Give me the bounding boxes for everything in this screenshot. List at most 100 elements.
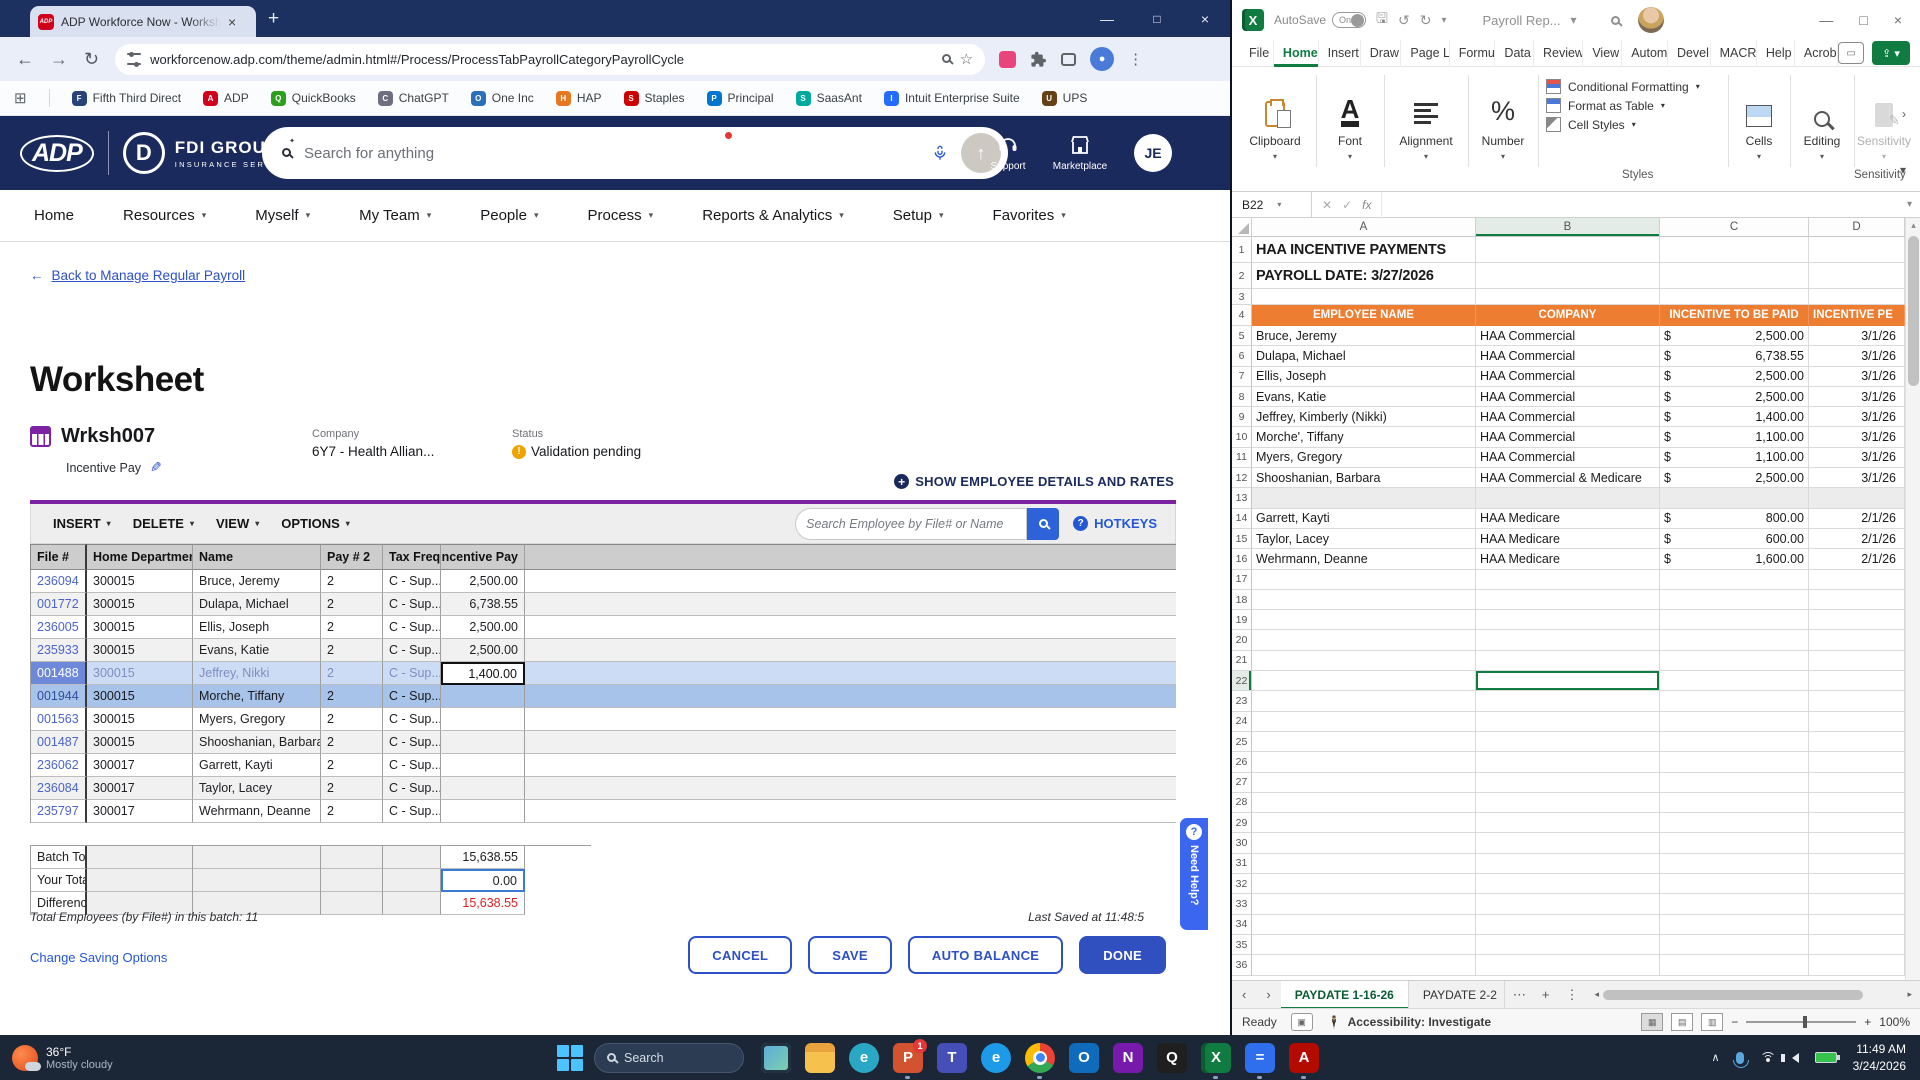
tax-frequency-cell[interactable]: C - Sup... [383,662,441,685]
onenote-icon[interactable]: N [1113,1043,1143,1073]
pay-number-cell[interactable]: 2 [321,593,383,616]
cell-C22[interactable] [1660,671,1809,691]
apps-grid-icon[interactable]: ⊞ [14,89,27,107]
cell-C23[interactable] [1660,691,1809,711]
zoom-icon[interactable] [942,50,951,68]
row-header-9[interactable]: 9 [1232,407,1252,427]
sheet-tab-2[interactable]: PAYDATE 2-2 [1409,981,1505,1009]
cell-A31[interactable] [1252,854,1476,874]
cell-B13[interactable] [1476,488,1660,508]
employee-search-button[interactable] [1027,508,1059,540]
normal-view-icon[interactable]: ▦ [1641,1013,1663,1031]
page-break-view-icon[interactable]: ▥ [1701,1013,1723,1031]
row-header-10[interactable]: 10 [1232,427,1252,447]
home-department-cell[interactable]: 300015 [87,685,193,708]
cell-D30[interactable] [1809,833,1905,853]
row-header-26[interactable]: 26 [1232,752,1252,772]
sensitivity-group[interactable]: Sensitivity▾ [1852,75,1916,161]
zoom-slider[interactable] [1746,1021,1856,1023]
bookmark-item[interactable]: SSaasAnt [796,91,862,106]
cell-A20[interactable] [1252,630,1476,650]
cell-B35[interactable] [1476,935,1660,955]
site-settings-icon[interactable] [127,53,141,65]
cell-A7[interactable]: Ellis, Joseph [1252,367,1476,387]
redo-icon[interactable]: ↻ [1420,12,1432,29]
employee-name-cell[interactable]: Taylor, Lacey [193,777,321,800]
quickbooks-icon[interactable]: Q [1157,1043,1187,1073]
home-department-cell[interactable]: 300015 [87,570,193,593]
cell-D14[interactable]: 2/1/26 [1809,509,1905,529]
ribbon-tab-review[interactable]: Review [1534,40,1583,67]
cell-D16[interactable]: 2/1/26 [1809,549,1905,569]
share-button[interactable]: ⇪ ▾ [1872,41,1910,65]
cell-C21[interactable] [1660,651,1809,671]
ribbon-tab-insert[interactable]: Insert [1319,40,1361,67]
cell-D32[interactable] [1809,874,1905,894]
nav-item-home[interactable]: Home [34,207,74,224]
new-tab-button[interactable]: + [268,8,279,30]
cell-C25[interactable] [1660,732,1809,752]
row-header-31[interactable]: 31 [1232,854,1252,874]
excel-search-icon[interactable] [1611,12,1620,28]
incentive-pay-cell[interactable]: 1,400.00 [441,662,525,685]
header-things-to-do-item[interactable]: Things to Do [688,134,752,172]
cell-C30[interactable] [1660,833,1809,853]
cell-A8[interactable]: Evans, Katie [1252,387,1476,407]
start-button[interactable] [557,1045,583,1071]
file-number-cell[interactable]: 236094 [31,570,87,593]
employee-name-cell[interactable]: Wehrmann, Deanne [193,800,321,823]
pay-number-cell[interactable]: 2 [321,662,383,685]
row-header-2[interactable]: 2 [1232,263,1252,289]
tax-frequency-cell[interactable]: C - Sup... [383,777,441,800]
row-header-21[interactable]: 21 [1232,651,1252,671]
nav-item-myself[interactable]: Myself▾ [255,207,310,224]
header-bridge-item[interactable]: BBridge [904,134,968,172]
tray-mic-icon[interactable] [1736,1052,1744,1064]
cell-A26[interactable] [1252,752,1476,772]
vertical-scrollbar[interactable]: ▴ [1905,218,1920,980]
cell-B29[interactable] [1476,813,1660,833]
sheet-options-icon[interactable]: ⋮ [1557,987,1586,1003]
ribbon-tab-view[interactable]: View [1583,40,1622,67]
pay-number-cell[interactable]: 2 [321,754,383,777]
cell-A36[interactable] [1252,955,1476,975]
ribbon-collapse-icon[interactable]: ▾ [1900,163,1906,177]
bookmark-item[interactable]: CChatGPT [378,91,449,106]
change-saving-options-link[interactable]: Change Saving Options [30,950,167,965]
accessibility-status[interactable]: 🕴 Accessibility: Investigate [1327,1015,1491,1029]
bookmark-item[interactable]: UUPS [1042,91,1088,106]
cell-A6[interactable]: Dulapa, Michael [1252,346,1476,366]
cell-C6[interactable]: $6,738.55 [1660,346,1809,366]
file-number-cell[interactable]: 236084 [31,777,87,800]
home-department-cell[interactable]: 300015 [87,639,193,662]
header-calendar-item[interactable]: Calendar [760,134,824,172]
cell-D31[interactable] [1809,854,1905,874]
calculator-icon[interactable]: = [1245,1043,1275,1073]
cell-A3[interactable] [1252,289,1476,305]
number-group[interactable]: % Number▾ [1470,75,1536,161]
outlook-icon[interactable]: O [1069,1043,1099,1073]
bookmark-star-icon[interactable]: ☆ [960,50,973,68]
name-box[interactable]: B22▾ [1232,192,1312,218]
column-header-A[interactable]: A [1252,218,1476,237]
cell-A28[interactable] [1252,793,1476,813]
autosave-toggle[interactable]: On [1332,12,1366,28]
cell-D28[interactable] [1809,793,1905,813]
cell-D17[interactable] [1809,570,1905,590]
cell-D13[interactable] [1809,488,1905,508]
cell-D12[interactable]: 3/1/26 [1809,468,1905,488]
row-header-3[interactable]: 3 [1232,289,1252,305]
column-header[interactable]: Name [193,544,321,570]
cell-A34[interactable] [1252,915,1476,935]
ribbon-tab-acrob[interactable]: Acrob [1795,40,1838,67]
label-chevron-icon[interactable]: ▾ [1571,13,1577,27]
file-number-cell[interactable]: 001563 [31,708,87,731]
incentive-pay-cell[interactable] [441,708,525,731]
bookmark-item[interactable]: PPrincipal [707,91,774,106]
ribbon-tab-help[interactable]: Help [1757,40,1795,67]
cell-A24[interactable] [1252,712,1476,732]
row-header-14[interactable]: 14 [1232,509,1252,529]
cell-A18[interactable] [1252,590,1476,610]
cell-D20[interactable] [1809,630,1905,650]
cell-A30[interactable] [1252,833,1476,853]
